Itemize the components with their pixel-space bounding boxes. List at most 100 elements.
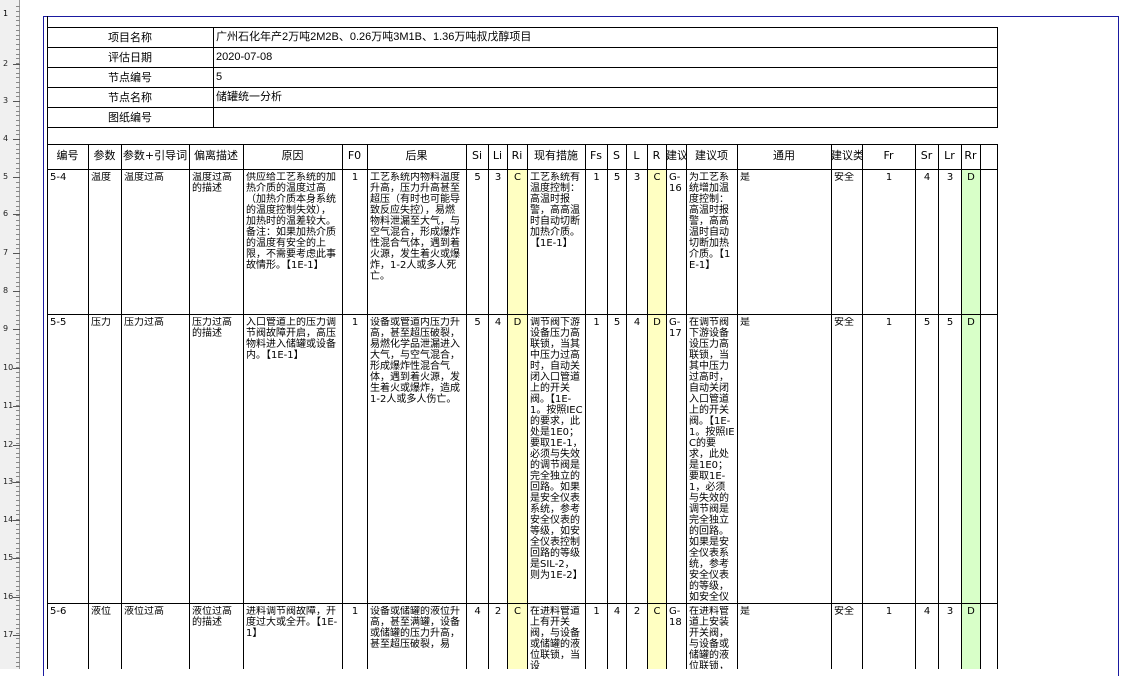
cell-cause[interactable]: 入口管道上的压力调节阀故障开启，高压物料进入储罐或设备内。【1E-1】 xyxy=(246,317,340,602)
cell-cause[interactable]: 供应给工艺系统的加热介质的温度过高（加热介质本身系统的温度控制失效），加热时的温… xyxy=(246,172,340,313)
cell-r[interactable]: C xyxy=(650,606,664,669)
cell-fr[interactable]: 1 xyxy=(865,606,913,669)
cell-f0[interactable]: 1 xyxy=(345,317,365,602)
cell-category[interactable]: 安全 xyxy=(834,172,860,313)
cell-general[interactable]: 是 xyxy=(740,317,829,602)
cell-sr[interactable]: 4 xyxy=(918,606,936,669)
cell-rec-id[interactable]: G-17 xyxy=(669,317,684,602)
column-header: 建议编号 xyxy=(666,149,686,162)
cell-rr[interactable]: D xyxy=(964,172,978,313)
cell-measures[interactable]: 工艺系统有温度控制：高温时报警，高高温时自动切断加热介质。【1E-1】 xyxy=(530,172,583,313)
cell-id[interactable]: 5-5 xyxy=(50,317,86,602)
cell-fr[interactable]: 1 xyxy=(865,317,913,602)
cell-deviation[interactable]: 温度过高的描述 xyxy=(192,172,241,313)
cell-recommendation[interactable]: 在调节阀下游设备设压力高联锁，当其中压力过高时，自动关闭入口管道上的开关阀。【1… xyxy=(689,317,735,602)
cell-r[interactable]: C xyxy=(650,172,664,313)
cell-s[interactable]: 5 xyxy=(610,172,624,313)
grid-vline xyxy=(980,144,981,669)
cell-deviation[interactable]: 液位过高的描述 xyxy=(192,606,241,669)
cell-li[interactable]: 3 xyxy=(491,172,505,313)
cell-param[interactable]: 液位 xyxy=(91,606,119,669)
ruler-tick xyxy=(16,153,20,154)
cell-lr[interactable]: 3 xyxy=(941,606,959,669)
ruler-tick xyxy=(16,120,20,121)
info-row-drawing-number: 图纸编号 xyxy=(48,108,997,128)
cell-si[interactable]: 5 xyxy=(469,317,486,602)
ruler-label: 11 xyxy=(3,401,14,410)
cell-id[interactable]: 5-4 xyxy=(50,172,86,313)
cell-fs[interactable]: 1 xyxy=(588,317,605,602)
cell-measures[interactable]: 在进料管道上有开关阀，与设备或储罐的液位联锁，当设 xyxy=(530,606,583,669)
ruler-tick xyxy=(16,134,20,135)
info-value[interactable]: 广州石化年产2万吨2M2B、0.26万吨3M1B、1.36万吨叔戊醇项目 xyxy=(214,28,531,47)
cell-si[interactable]: 5 xyxy=(469,172,486,313)
cell-recommendation[interactable]: 在进料管道上安装开关阀，与设备或储罐的液位联锁，当设备或储罐的液位达到 xyxy=(689,606,735,669)
cell-param-guide[interactable]: 压力过高 xyxy=(124,317,187,602)
cell-li[interactable]: 4 xyxy=(491,317,505,602)
info-value[interactable]: 5 xyxy=(214,68,222,87)
cell-rec-id[interactable]: G-16 xyxy=(669,172,684,313)
cell-si[interactable]: 4 xyxy=(469,606,486,669)
cell-sr[interactable]: 4 xyxy=(918,172,936,313)
cell-recommendation[interactable]: 为工艺系统增加温度控制：高温时报警，高高温时自动切断加热介质。【1E-1】 xyxy=(689,172,735,313)
info-value[interactable]: 储罐统一分析 xyxy=(214,88,282,107)
info-value[interactable] xyxy=(214,108,216,127)
cell-fr[interactable]: 1 xyxy=(865,172,913,313)
cell-fs[interactable]: 1 xyxy=(588,172,605,313)
ruler-major-tick xyxy=(13,139,20,140)
cell-li[interactable]: 2 xyxy=(491,606,505,669)
ruler-major-tick xyxy=(13,597,20,598)
cell-general[interactable]: 是 xyxy=(740,606,829,669)
cell-fs[interactable]: 1 xyxy=(588,606,605,669)
cell-l[interactable]: 3 xyxy=(629,172,645,313)
column-header: Si xyxy=(471,149,483,162)
ruler-tick xyxy=(16,429,20,430)
cell-ri[interactable]: C xyxy=(510,606,525,669)
ruler-tick xyxy=(16,391,20,392)
ruler-label: 16 xyxy=(3,592,14,601)
cell-f0[interactable]: 1 xyxy=(345,172,365,313)
cell-category[interactable]: 安全 xyxy=(834,606,860,669)
cell-deviation[interactable]: 压力过高的描述 xyxy=(192,317,241,602)
ruler-tick xyxy=(16,144,20,145)
cell-id[interactable]: 5-6 xyxy=(50,606,86,669)
cell-s[interactable]: 4 xyxy=(610,606,624,669)
cell-measures[interactable]: 调节阀下游设备压力高联锁，当其中压力过高时，自动关闭入口管道上的开关阀。【1E-… xyxy=(530,317,583,602)
cell-param-guide[interactable]: 液位过高 xyxy=(124,606,187,669)
ruler-tick xyxy=(16,106,20,107)
ruler-major-tick xyxy=(13,558,20,559)
cell-l[interactable]: 2 xyxy=(629,606,645,669)
cell-s[interactable]: 5 xyxy=(610,317,624,602)
info-value[interactable]: 2020-07-08 xyxy=(214,48,272,67)
ruler-major-tick xyxy=(13,291,20,292)
ruler-tick xyxy=(16,567,20,568)
cell-rr[interactable]: D xyxy=(964,606,978,669)
cell-l[interactable]: 4 xyxy=(629,317,645,602)
cell-param-guide[interactable]: 温度过高 xyxy=(124,172,187,313)
ruler-tick xyxy=(16,410,20,411)
cell-lr[interactable]: 5 xyxy=(941,317,959,602)
cell-cause[interactable]: 进料调节阀故障，开度过大或全开。【1E-1】 xyxy=(246,606,340,669)
ruler-tick xyxy=(16,201,20,202)
cell-param[interactable]: 温度 xyxy=(91,172,119,313)
cell-param[interactable]: 压力 xyxy=(91,317,119,602)
cell-ri[interactable]: C xyxy=(510,172,525,313)
cell-lr[interactable]: 3 xyxy=(941,172,959,313)
cell-rr[interactable]: D xyxy=(964,317,978,602)
cell-sr[interactable]: 5 xyxy=(918,317,936,602)
grid-vline xyxy=(686,144,687,669)
column-header: Ri xyxy=(511,149,523,162)
cell-r[interactable]: D xyxy=(650,317,664,602)
cell-rec-id[interactable]: G-18 xyxy=(669,606,684,669)
cell-ri[interactable]: D xyxy=(510,317,525,602)
cell-category[interactable]: 安全 xyxy=(834,317,860,602)
cell-f0[interactable]: 1 xyxy=(345,606,365,669)
cell-consequence[interactable]: 设备或管道内压力升高，甚至超压破裂，易燃化学品泄漏进入大气，与空气混合，形成爆炸… xyxy=(370,317,464,602)
ruler-tick xyxy=(16,457,20,458)
cell-consequence[interactable]: 设备或储罐的液位升高，甚至满罐，设备或储罐的压力升高，甚至超压破裂，易 xyxy=(370,606,464,669)
info-label: 节点名称 xyxy=(48,88,214,107)
cell-general[interactable]: 是 xyxy=(740,172,829,313)
project-info-table: 项目名称 广州石化年产2万吨2M2B、0.26万吨3M1B、1.36万吨叔戊醇项… xyxy=(47,27,998,128)
grid-vline xyxy=(88,144,89,669)
cell-consequence[interactable]: 工艺系统内物料温度升高，压力升高甚至超压（有时也可能导致反应失控），易燃物料泄漏… xyxy=(370,172,464,313)
